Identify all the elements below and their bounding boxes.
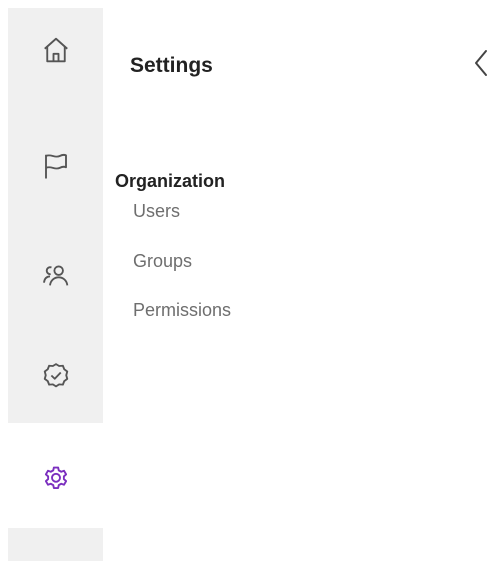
rail-item-flag[interactable] bbox=[8, 136, 103, 196]
section-title-organization: Organization bbox=[115, 171, 226, 191]
rail-item-settings[interactable] bbox=[8, 449, 103, 509]
nav-link-groups[interactable]: Groups bbox=[133, 251, 192, 272]
nav-link-users[interactable]: Users bbox=[133, 201, 180, 222]
collapse-panel-button[interactable] bbox=[470, 48, 492, 78]
icon-rail bbox=[8, 8, 103, 561]
people-icon bbox=[42, 265, 68, 286]
flag-icon bbox=[44, 154, 67, 179]
rail-background-bottom bbox=[8, 528, 103, 561]
chevron-left-icon bbox=[475, 50, 487, 76]
rail-item-people[interactable] bbox=[8, 246, 103, 306]
nav-link-permissions[interactable]: Permissions bbox=[133, 300, 231, 321]
rail-item-tasks[interactable] bbox=[8, 346, 103, 406]
gear-icon bbox=[44, 466, 67, 489]
home-icon bbox=[43, 37, 68, 63]
rail-item-home[interactable] bbox=[8, 20, 103, 80]
panel-title: Settings bbox=[130, 54, 213, 77]
check-circle-icon bbox=[43, 363, 68, 388]
